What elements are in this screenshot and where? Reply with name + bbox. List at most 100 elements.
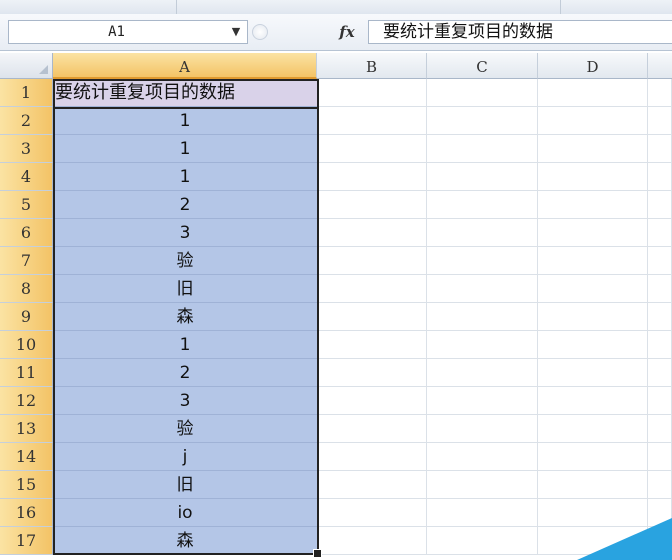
cell-c[interactable]	[427, 387, 538, 415]
cell-b[interactable]	[317, 443, 427, 471]
cell-d[interactable]	[538, 331, 648, 359]
cell-d[interactable]	[538, 191, 648, 219]
cell-e[interactable]	[648, 443, 672, 471]
cell-d[interactable]	[538, 275, 648, 303]
name-box[interactable]: A1 ▼	[8, 20, 248, 44]
cell-e[interactable]	[648, 275, 672, 303]
cell-c[interactable]	[427, 275, 538, 303]
cell-b[interactable]	[317, 331, 427, 359]
row-header[interactable]: 13	[0, 415, 53, 443]
cell-d[interactable]	[538, 471, 648, 499]
cell-a[interactable]: 旧	[53, 275, 317, 303]
cell-a[interactable]: 验	[53, 415, 317, 443]
row-header[interactable]: 4	[0, 163, 53, 191]
cell-d[interactable]	[538, 247, 648, 275]
cell-b[interactable]	[317, 191, 427, 219]
cell-e[interactable]	[648, 219, 672, 247]
cell-d[interactable]	[538, 163, 648, 191]
cell-e[interactable]	[648, 135, 672, 163]
cell-b[interactable]	[317, 387, 427, 415]
cell-a[interactable]: 3	[53, 387, 317, 415]
cell-b[interactable]	[317, 79, 427, 107]
cell-d[interactable]	[538, 219, 648, 247]
cell-d[interactable]	[538, 303, 648, 331]
cell-a[interactable]: 1	[53, 331, 317, 359]
cell-c[interactable]	[427, 359, 538, 387]
cell-d[interactable]	[538, 359, 648, 387]
row-header[interactable]: 14	[0, 443, 53, 471]
cell-d[interactable]	[538, 443, 648, 471]
cell-a[interactable]: 森	[53, 527, 317, 555]
cell-e[interactable]	[648, 303, 672, 331]
cell-b[interactable]	[317, 135, 427, 163]
cell-c[interactable]	[427, 79, 538, 107]
cell-a[interactable]: 森	[53, 303, 317, 331]
cell-b[interactable]	[317, 303, 427, 331]
cell-c[interactable]	[427, 107, 538, 135]
row-header[interactable]: 15	[0, 471, 53, 499]
cell-c[interactable]	[427, 135, 538, 163]
cell-a[interactable]: 2	[53, 191, 317, 219]
cell-a[interactable]: io	[53, 499, 317, 527]
row-header[interactable]: 8	[0, 275, 53, 303]
cell-c[interactable]	[427, 499, 538, 527]
cell-d[interactable]	[538, 79, 648, 107]
cell-a[interactable]: 验	[53, 247, 317, 275]
cell-e[interactable]	[648, 107, 672, 135]
column-header-a[interactable]: A	[53, 53, 317, 79]
cell-b[interactable]	[317, 275, 427, 303]
cell-c[interactable]	[427, 527, 538, 555]
cell-e[interactable]	[648, 331, 672, 359]
cell-e[interactable]	[648, 359, 672, 387]
cell-e[interactable]	[648, 471, 672, 499]
cell-a[interactable]: 1	[53, 135, 317, 163]
fill-handle[interactable]	[313, 549, 322, 558]
cell-e[interactable]	[648, 247, 672, 275]
cell-c[interactable]	[427, 415, 538, 443]
column-header-c[interactable]: C	[427, 53, 538, 79]
cell-c[interactable]	[427, 219, 538, 247]
cell-b[interactable]	[317, 219, 427, 247]
row-header[interactable]: 1	[0, 79, 53, 107]
cell-a[interactable]: 1	[53, 107, 317, 135]
cell-d[interactable]	[538, 107, 648, 135]
cell-c[interactable]	[427, 191, 538, 219]
cell-a1[interactable]: 要统计重复项目的数据	[53, 79, 317, 107]
cell-a[interactable]: 1	[53, 163, 317, 191]
row-header[interactable]: 3	[0, 135, 53, 163]
row-header[interactable]: 16	[0, 499, 53, 527]
cell-b[interactable]	[317, 471, 427, 499]
row-header[interactable]: 6	[0, 219, 53, 247]
cell-a[interactable]: 3	[53, 219, 317, 247]
cell-c[interactable]	[427, 471, 538, 499]
row-header[interactable]: 9	[0, 303, 53, 331]
cell-c[interactable]	[427, 163, 538, 191]
insert-function-icon[interactable]: fx	[330, 20, 364, 44]
cell-b[interactable]	[317, 163, 427, 191]
chevron-down-icon[interactable]: ▼	[229, 21, 243, 43]
cell-e[interactable]	[648, 415, 672, 443]
cell-e[interactable]	[648, 163, 672, 191]
select-all-button[interactable]	[0, 53, 53, 79]
cell-b[interactable]	[317, 527, 427, 555]
row-header[interactable]: 10	[0, 331, 53, 359]
cell-e[interactable]	[648, 79, 672, 107]
cell-b[interactable]	[317, 359, 427, 387]
formula-bar-grip-icon[interactable]	[252, 24, 268, 40]
cell-c[interactable]	[427, 443, 538, 471]
cell-a[interactable]: 2	[53, 359, 317, 387]
cell-b[interactable]	[317, 415, 427, 443]
cell-b[interactable]	[317, 499, 427, 527]
cell-c[interactable]	[427, 303, 538, 331]
row-header[interactable]: 2	[0, 107, 53, 135]
cell-c[interactable]	[427, 331, 538, 359]
cell-a[interactable]: 旧	[53, 471, 317, 499]
formula-input[interactable]: 要统计重复项目的数据	[368, 20, 672, 44]
cell-e[interactable]	[648, 387, 672, 415]
cell-e[interactable]	[648, 191, 672, 219]
cell-d[interactable]	[538, 387, 648, 415]
cell-d[interactable]	[538, 135, 648, 163]
cell-a[interactable]: j	[53, 443, 317, 471]
row-header[interactable]: 11	[0, 359, 53, 387]
column-header-d[interactable]: D	[538, 53, 648, 79]
